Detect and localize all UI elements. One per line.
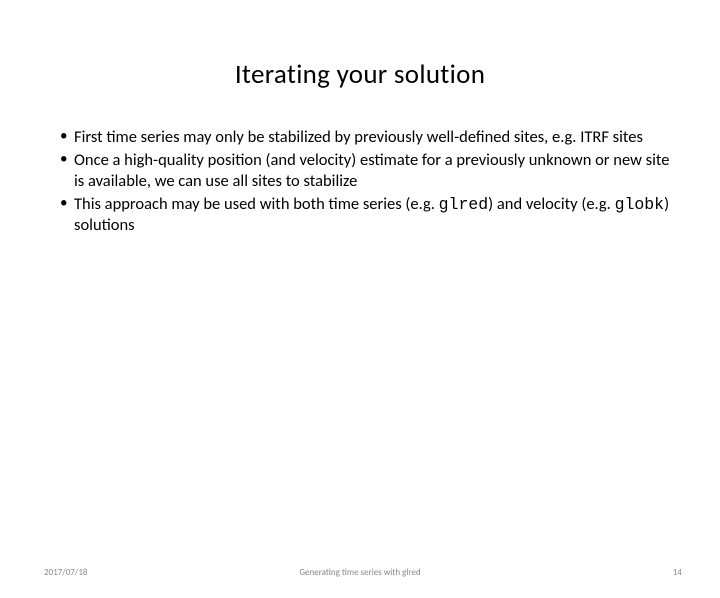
bullet-text-mid: ) and velocity (e.g. bbox=[488, 194, 614, 214]
bullet-item: Once a high-quality position (and veloci… bbox=[60, 150, 678, 192]
footer-center-text: Generating time series with glred bbox=[299, 567, 420, 578]
bullet-text: Once a high-quality position (and veloci… bbox=[74, 150, 669, 191]
code-text: globk bbox=[615, 195, 665, 214]
slide-title: Iterating your solution bbox=[0, 58, 720, 91]
footer-page-number: 14 bbox=[673, 567, 682, 578]
bullet-text: First time series may only be stabilized… bbox=[74, 127, 643, 147]
code-text: glred bbox=[439, 195, 489, 214]
bullet-list: First time series may only be stabilized… bbox=[60, 127, 678, 237]
bullet-item: This approach may be used with both time… bbox=[60, 194, 678, 236]
bullet-item: First time series may only be stabilized… bbox=[60, 127, 678, 148]
slide-content: First time series may only be stabilized… bbox=[0, 127, 720, 237]
bullet-text-pre: This approach may be used with both time… bbox=[74, 194, 439, 214]
footer-date: 2017/07/18 bbox=[44, 567, 87, 578]
